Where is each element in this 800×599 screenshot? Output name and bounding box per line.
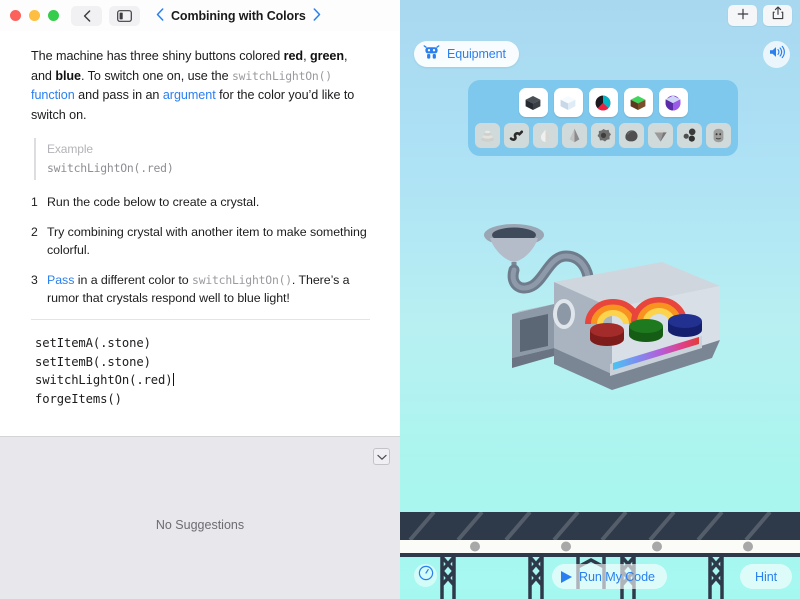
step-text: Run the code below to create a crystal.: [47, 195, 260, 209]
word-green: green: [309, 49, 345, 63]
doc-prev-icon[interactable]: [156, 8, 164, 23]
close-window-button[interactable]: [10, 10, 21, 21]
code-line[interactable]: setItemA(.stone): [35, 334, 370, 353]
step-number: 3: [31, 273, 38, 287]
code-line-text: switchLightOn(.red): [35, 373, 173, 387]
word-red: red: [283, 49, 304, 63]
playgrounds-window: Combining with Colors The machine has th…: [0, 0, 800, 599]
forge-machine-illustration: [482, 218, 722, 403]
word-blue: blue: [55, 68, 82, 83]
code-line[interactable]: setItemB(.stone): [35, 353, 370, 372]
editor-pane: Combining with Colors The machine has th…: [0, 0, 400, 599]
chevron-down-icon: [376, 448, 387, 466]
equipment-item-droplet[interactable]: [532, 123, 558, 148]
robot-icon: [423, 44, 440, 64]
back-button[interactable]: [71, 5, 102, 26]
run-my-code-label: Run My Code: [579, 569, 655, 584]
share-button[interactable]: [763, 5, 792, 26]
step-number: 2: [31, 225, 38, 239]
machine-button-blue: [668, 314, 702, 337]
sound-toggle-button[interactable]: [763, 41, 790, 68]
equipment-item-ice-cube[interactable]: [553, 88, 583, 117]
link-argument[interactable]: argument: [163, 88, 216, 102]
step3-text-a: in a different color to: [74, 273, 193, 287]
equipment-item-ruby-cube[interactable]: [588, 88, 618, 117]
step3-inline-code: switchLightOn(): [192, 273, 292, 287]
machine-button-green: [629, 319, 663, 342]
live-view-pane: Equipment Run My Code Hint: [400, 0, 800, 599]
speaker-wave-icon: [769, 45, 785, 64]
no-suggestions-label: No Suggestions: [155, 518, 245, 532]
list-item: 2 Try combining crystal with another ite…: [31, 223, 370, 259]
equipment-label: Equipment: [447, 47, 506, 61]
equipment-tray: [468, 80, 738, 156]
para-text-2: . To switch one on, use the: [81, 68, 233, 83]
zoom-window-button[interactable]: [48, 10, 59, 21]
equipment-item-shell-stack[interactable]: [475, 123, 500, 148]
live-view-toolbar: [728, 5, 792, 26]
para-text-1: The machine has three shiny buttons colo…: [31, 49, 284, 63]
inline-code-switchlighton: switchLightOn(): [232, 68, 332, 83]
play-icon: [561, 570, 572, 583]
code-line[interactable]: forgeItems(): [35, 390, 370, 409]
example-code: switchLightOn(.red): [47, 161, 174, 175]
code-editor[interactable]: setItemA(.stone) setItemB(.stone) switch…: [31, 320, 370, 408]
lesson-paragraph: The machine has three shiny buttons colo…: [31, 47, 370, 125]
step-number: 1: [31, 195, 38, 209]
step-text: Pass in a different color to switchLight…: [47, 271, 370, 307]
link-function[interactable]: function: [31, 88, 75, 102]
equipment-item-gear-rock[interactable]: [590, 123, 616, 148]
equipment-item-crystal-cube[interactable]: [658, 88, 688, 117]
example-label: Example: [47, 142, 93, 156]
equipment-item-stone-face[interactable]: [706, 123, 732, 148]
hint-button[interactable]: Hint: [740, 564, 792, 589]
title-bar: Combining with Colors: [0, 0, 400, 31]
run-my-code-button[interactable]: Run My Code: [552, 564, 667, 589]
chevron-left-icon: [83, 9, 91, 22]
text-caret: [172, 373, 174, 386]
page-title: Combining with Colors: [171, 8, 306, 23]
equipment-item-boulder[interactable]: [619, 123, 645, 148]
doc-next-icon[interactable]: [313, 8, 321, 23]
sidebar-toggle-button[interactable]: [109, 5, 140, 26]
add-button[interactable]: [728, 5, 757, 26]
list-item: 1 Run the code below to create a crystal…: [31, 193, 370, 211]
para-text-3: and pass in an: [74, 88, 163, 102]
equipment-item-coal[interactable]: [518, 88, 548, 117]
share-icon: [772, 6, 784, 25]
speed-control-button[interactable]: [414, 564, 437, 587]
plus-icon: [737, 7, 749, 25]
collapse-suggestions-button[interactable]: [373, 448, 390, 465]
equipment-active-row: [475, 88, 731, 117]
document-navigation[interactable]: Combining with Colors: [156, 8, 321, 23]
para-comma-1: ,: [303, 49, 310, 63]
example-block: Example switchLightOn(.red): [34, 138, 370, 180]
equipment-pill[interactable]: Equipment: [414, 41, 519, 67]
sidebar-toggle-icon: [117, 9, 132, 22]
equipment-item-ribbon[interactable]: [503, 123, 529, 148]
equipment-item-spike[interactable]: [561, 123, 587, 148]
hint-label: Hint: [755, 569, 777, 584]
window-traffic-lights[interactable]: [10, 10, 59, 21]
machine-button-red: [590, 323, 624, 346]
step-text: Try combining crystal with another item …: [47, 225, 367, 257]
equipment-item-emerald-grass-cube[interactable]: [623, 88, 653, 117]
code-line[interactable]: switchLightOn(.red): [35, 371, 370, 390]
steps-list: 1 Run the code below to create a crystal…: [31, 193, 370, 307]
equipment-dim-row: [475, 123, 732, 148]
link-pass[interactable]: Pass: [47, 273, 74, 287]
equipment-item-diamond[interactable]: [648, 123, 674, 148]
minimize-window-button[interactable]: [29, 10, 40, 21]
suggestions-panel: No Suggestions: [0, 436, 400, 599]
equipment-item-pebbles[interactable]: [677, 123, 703, 148]
list-item: 3 Pass in a different color to switchLig…: [31, 271, 370, 307]
gauge-icon: [418, 565, 434, 586]
